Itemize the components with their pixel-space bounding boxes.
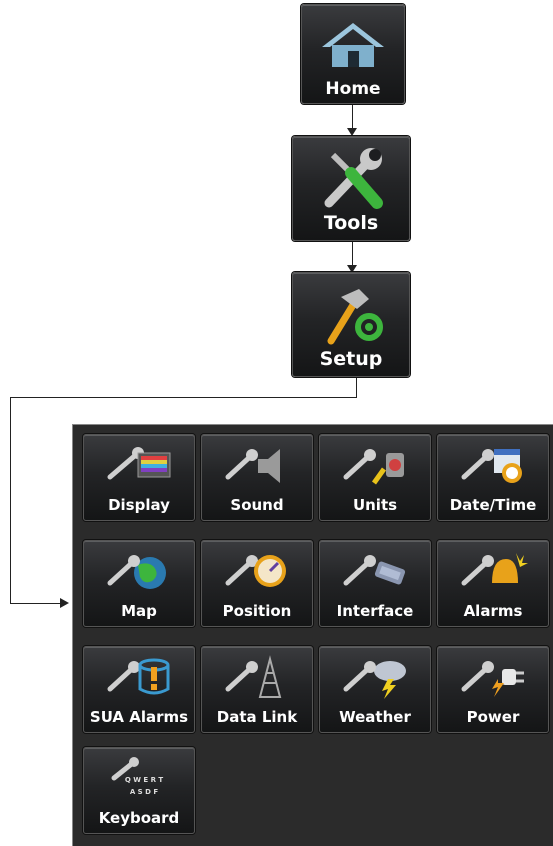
home-label: Home bbox=[325, 79, 381, 99]
display-button[interactable]: Display bbox=[83, 434, 195, 521]
sua-alarms-button[interactable]: SUA Alarms bbox=[83, 646, 195, 733]
alarms-icon bbox=[461, 553, 528, 586]
connector-line bbox=[352, 105, 353, 129]
connector-line bbox=[356, 378, 357, 398]
display-label: Display bbox=[108, 496, 170, 514]
data-link-button[interactable]: Data Link bbox=[201, 646, 313, 733]
data-link-label: Data Link bbox=[216, 708, 298, 726]
connector-line bbox=[10, 397, 357, 398]
weather-label: Weather bbox=[339, 708, 411, 726]
units-button[interactable]: Units bbox=[319, 434, 431, 521]
keyboard-button[interactable]: Q W E R T A S D F Keyboard bbox=[83, 747, 195, 834]
alarms-button[interactable]: Alarms bbox=[437, 540, 549, 627]
home-icon bbox=[322, 23, 384, 67]
setup-label: Setup bbox=[319, 348, 383, 370]
power-button[interactable]: Power bbox=[437, 646, 549, 733]
keyboard-icon: Q W E R T A S D F bbox=[111, 757, 164, 796]
connector-arrow bbox=[60, 598, 69, 608]
map-label: Map bbox=[121, 602, 157, 620]
date-time-icon bbox=[461, 449, 522, 483]
sound-icon bbox=[225, 449, 280, 483]
position-label: Position bbox=[222, 602, 292, 620]
home-button[interactable]: Home bbox=[301, 4, 405, 104]
position-button[interactable]: Position bbox=[201, 540, 313, 627]
keyboard-icon-row1: Q W E R T bbox=[125, 776, 164, 784]
units-label: Units bbox=[352, 496, 398, 514]
weather-icon bbox=[343, 661, 406, 699]
setup-menu-panel: Display Sound Units Date/Time Map Positi… bbox=[72, 424, 553, 846]
date-time-button[interactable]: Date/Time bbox=[437, 434, 549, 521]
map-button[interactable]: Map bbox=[83, 540, 195, 627]
setup-button[interactable]: Setup bbox=[292, 272, 410, 377]
display-icon bbox=[107, 447, 171, 480]
date-time-label: Date/Time bbox=[449, 496, 537, 514]
tools-icon bbox=[324, 148, 383, 209]
connector-line bbox=[352, 242, 353, 266]
interface-label: Interface bbox=[336, 602, 414, 620]
connector-line bbox=[10, 397, 11, 604]
tools-button[interactable]: Tools bbox=[292, 136, 410, 241]
data-link-icon bbox=[225, 655, 282, 698]
interface-button[interactable]: Interface bbox=[319, 540, 431, 627]
sua-alarms-icon bbox=[107, 658, 170, 695]
keyboard-label: Keyboard bbox=[98, 809, 180, 827]
alarms-label: Alarms bbox=[463, 602, 523, 620]
power-label: Power bbox=[466, 708, 520, 726]
position-icon bbox=[225, 555, 286, 587]
connector-line bbox=[10, 603, 62, 604]
power-icon bbox=[461, 661, 524, 697]
units-icon bbox=[343, 449, 404, 485]
sound-button[interactable]: Sound bbox=[201, 434, 313, 521]
map-icon bbox=[107, 555, 166, 589]
interface-icon bbox=[343, 555, 406, 586]
setup-icon bbox=[327, 289, 383, 345]
weather-button[interactable]: Weather bbox=[319, 646, 431, 733]
sua-alarms-label: SUA Alarms bbox=[89, 708, 189, 726]
sound-label: Sound bbox=[230, 496, 284, 514]
connector-arrow bbox=[347, 128, 357, 136]
tools-label: Tools bbox=[323, 212, 379, 234]
keyboard-icon-row2: A S D F bbox=[130, 788, 159, 796]
